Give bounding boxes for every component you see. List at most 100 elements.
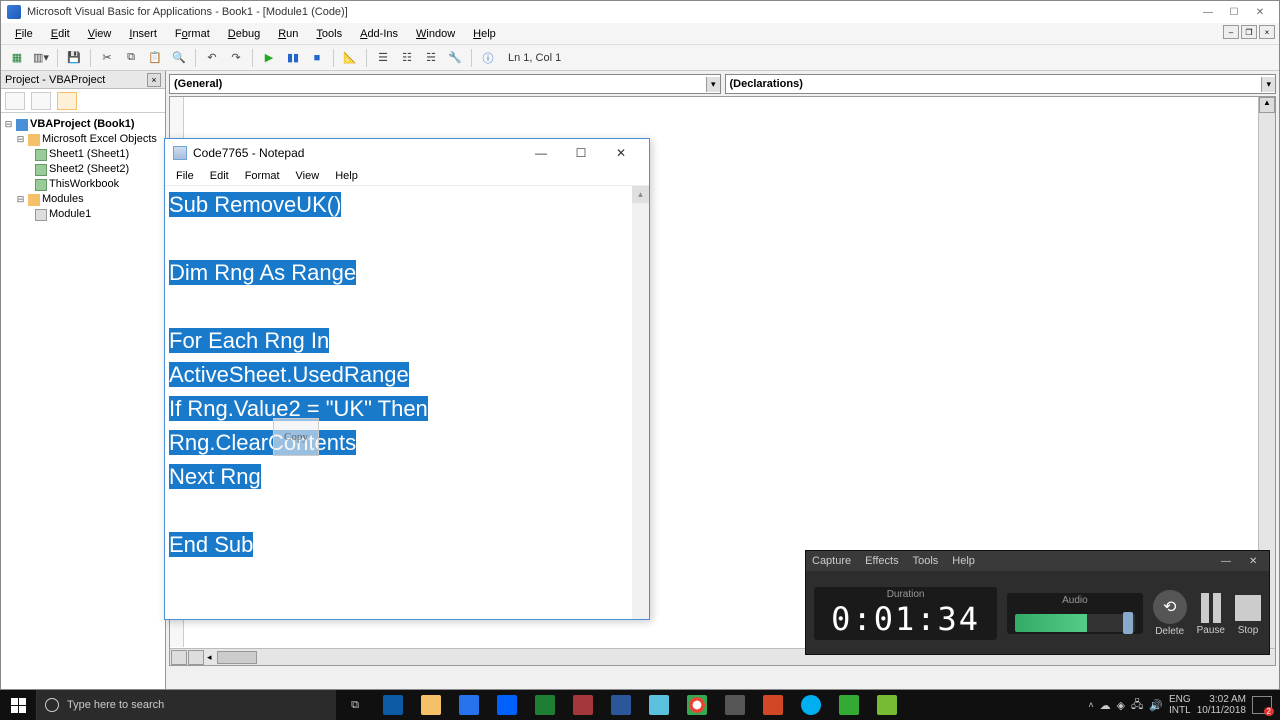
menu-edit[interactable]: Edit <box>43 26 78 42</box>
np-menu-file[interactable]: File <box>169 169 201 183</box>
tree-sheet2[interactable]: Sheet2 (Sheet2) <box>49 162 129 177</box>
notepad-text-area[interactable]: Sub RemoveUK() Dim Rng As Range For Each… <box>165 186 649 619</box>
tree-modules[interactable]: Modules <box>42 192 84 207</box>
vba-titlebar[interactable]: Microsoft Visual Basic for Applications … <box>1 1 1279 23</box>
taskbar-store[interactable] <box>450 690 488 720</box>
np-menu-view[interactable]: View <box>289 169 327 183</box>
notepad-minimize[interactable]: — <box>521 141 561 165</box>
notepad-titlebar[interactable]: Code7765 - Notepad — ☐ ✕ <box>165 139 649 167</box>
help-icon[interactable]: ⓘ <box>478 48 498 68</box>
view-object-button[interactable] <box>31 92 51 110</box>
taskbar-chrome[interactable] <box>678 690 716 720</box>
object-browser-icon[interactable]: ☵ <box>421 48 441 68</box>
action-center-icon[interactable] <box>1252 696 1272 714</box>
cam-menu-help[interactable]: Help <box>952 555 975 567</box>
tree-module1[interactable]: Module1 <box>49 207 91 222</box>
start-button[interactable] <box>0 690 36 720</box>
camtasia-close[interactable]: ✕ <box>1249 556 1263 567</box>
np-menu-help[interactable]: Help <box>328 169 365 183</box>
design-mode-icon[interactable]: 📐 <box>340 48 360 68</box>
project-explorer-icon[interactable]: ☰ <box>373 48 393 68</box>
taskbar-powerpoint[interactable] <box>754 690 792 720</box>
mdi-minimize[interactable]: – <box>1223 25 1239 39</box>
taskbar-notepad[interactable] <box>640 690 678 720</box>
notepad-maximize[interactable]: ☐ <box>561 141 601 165</box>
break-icon[interactable]: ▮▮ <box>283 48 303 68</box>
toolbox-icon[interactable]: 🔧 <box>445 48 465 68</box>
view-excel-icon[interactable]: ▦ <box>7 48 27 68</box>
taskbar-access[interactable] <box>564 690 602 720</box>
tray-dropbox-icon[interactable]: ◈ <box>1117 699 1125 712</box>
cursor-position: Ln 1, Col 1 <box>508 52 561 64</box>
tray-onedrive-icon[interactable]: ☁ <box>1100 699 1111 712</box>
menu-help[interactable]: Help <box>465 26 504 42</box>
procedure-view-button[interactable] <box>171 650 187 665</box>
menu-file[interactable]: File <box>7 26 41 42</box>
camtasia-minimize[interactable]: — <box>1221 556 1235 567</box>
menu-view[interactable]: View <box>80 26 120 42</box>
reset-icon[interactable]: ■ <box>307 48 327 68</box>
run-icon[interactable]: ▶ <box>259 48 279 68</box>
find-icon[interactable]: 🔍 <box>169 48 189 68</box>
stop-button[interactable]: Stop <box>1235 591 1261 636</box>
cam-menu-tools[interactable]: Tools <box>913 555 939 567</box>
redo-icon[interactable]: ↷ <box>226 48 246 68</box>
taskbar-camtasia[interactable] <box>830 690 868 720</box>
menu-window[interactable]: Window <box>408 26 463 42</box>
taskbar-dropbox[interactable] <box>488 690 526 720</box>
notepad-close[interactable]: ✕ <box>601 141 641 165</box>
taskbar-edge[interactable] <box>374 690 412 720</box>
tree-sheet1[interactable]: Sheet1 (Sheet1) <box>49 147 129 162</box>
copy-icon[interactable]: ⧉ <box>121 48 141 68</box>
audio-meter[interactable] <box>1015 614 1134 632</box>
view-code-button[interactable] <box>5 92 25 110</box>
np-menu-edit[interactable]: Edit <box>203 169 236 183</box>
close-button[interactable]: ✕ <box>1247 3 1273 21</box>
procedure-dropdown[interactable]: (Declarations) <box>725 74 1277 94</box>
taskbar-word[interactable] <box>602 690 640 720</box>
taskbar-excel[interactable] <box>526 690 564 720</box>
tray-language[interactable]: ENGINTL <box>1169 694 1191 716</box>
notepad-scrollbar[interactable]: ▴ <box>632 186 649 619</box>
cam-menu-capture[interactable]: Capture <box>812 555 851 567</box>
tray-overflow[interactable]: ˄ <box>1088 700 1093 710</box>
toggle-folders-button[interactable] <box>57 92 77 110</box>
tray-network-icon[interactable]: 🖧 <box>1131 696 1143 715</box>
tree-root[interactable]: VBAProject (Book1) <box>30 117 135 132</box>
minimize-button[interactable]: — <box>1195 3 1221 21</box>
save-icon[interactable]: 💾 <box>64 48 84 68</box>
menu-addins[interactable]: Add-Ins <box>352 26 406 42</box>
mdi-restore[interactable]: ❐ <box>1241 25 1257 39</box>
maximize-button[interactable]: ☐ <box>1221 3 1247 21</box>
insert-dropdown-icon[interactable]: ▥▾ <box>31 48 51 68</box>
delete-button[interactable]: ⟲Delete <box>1153 590 1187 637</box>
menu-tools[interactable]: Tools <box>308 26 350 42</box>
taskbar-snip[interactable] <box>868 690 906 720</box>
project-pane-header[interactable]: Project - VBAProject × <box>1 71 165 89</box>
np-menu-format[interactable]: Format <box>238 169 287 183</box>
tree-thisworkbook[interactable]: ThisWorkbook <box>49 177 119 192</box>
menu-debug[interactable]: Debug <box>220 26 268 42</box>
task-view-icon[interactable]: ⧉ <box>336 690 374 720</box>
tree-excel-objects[interactable]: Microsoft Excel Objects <box>42 132 157 147</box>
mdi-close[interactable]: × <box>1259 25 1275 39</box>
pause-button[interactable]: Pause <box>1197 591 1225 636</box>
project-tree[interactable]: ⊟VBAProject (Book1) ⊟Microsoft Excel Obj… <box>1 113 165 226</box>
project-pane-close[interactable]: × <box>147 73 161 87</box>
taskbar-search[interactable]: Type here to search <box>36 690 336 720</box>
menu-run[interactable]: Run <box>270 26 306 42</box>
taskbar-skype[interactable] <box>792 690 830 720</box>
undo-icon[interactable]: ↶ <box>202 48 222 68</box>
menu-insert[interactable]: Insert <box>121 26 165 42</box>
tray-clock[interactable]: 3:02 AM10/11/2018 <box>1197 694 1246 716</box>
paste-icon[interactable]: 📋 <box>145 48 165 68</box>
cam-menu-effects[interactable]: Effects <box>865 555 898 567</box>
taskbar-explorer[interactable] <box>412 690 450 720</box>
object-dropdown[interactable]: (General) <box>169 74 721 94</box>
properties-icon[interactable]: ☷ <box>397 48 417 68</box>
cut-icon[interactable]: ✂ <box>97 48 117 68</box>
full-module-view-button[interactable] <box>188 650 204 665</box>
taskbar-calculator[interactable] <box>716 690 754 720</box>
menu-format[interactable]: Format <box>167 26 218 42</box>
tray-volume-icon[interactable]: 🔊 <box>1149 699 1163 712</box>
